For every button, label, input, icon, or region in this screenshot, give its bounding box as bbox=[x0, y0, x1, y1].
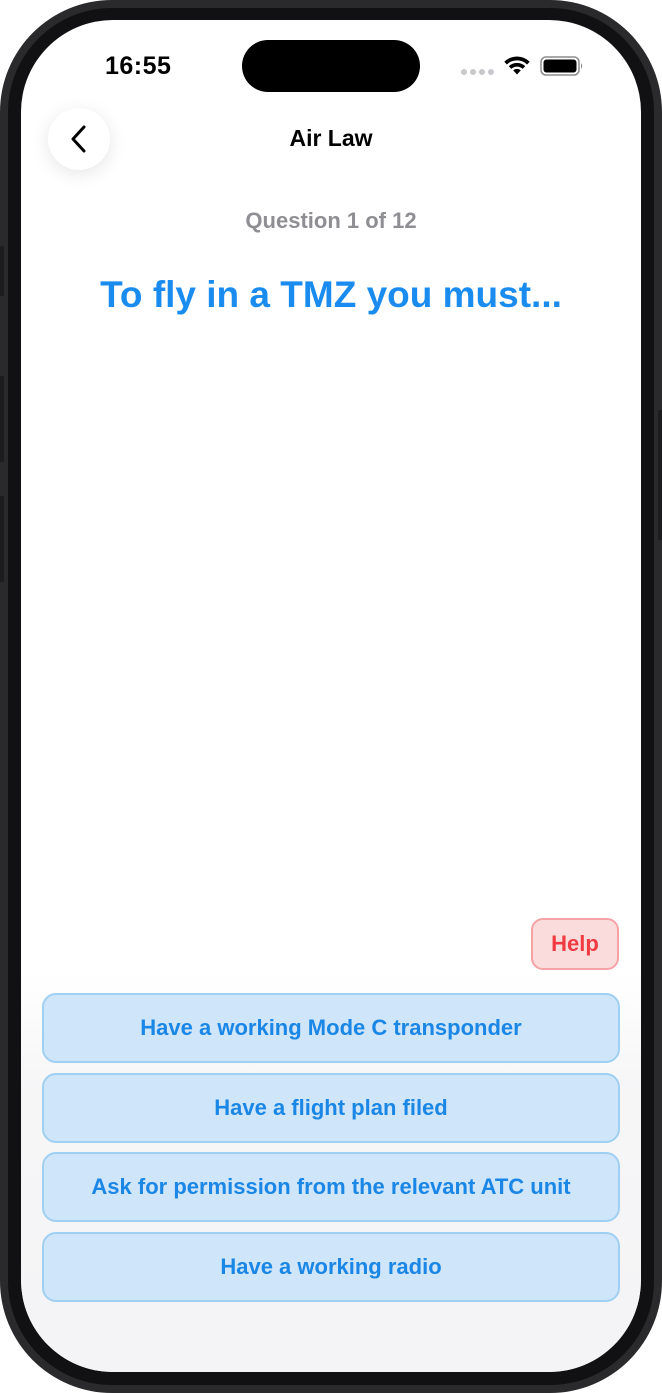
volume-down-button bbox=[0, 496, 4, 582]
answer-option-3[interactable]: Ask for permission from the relevant ATC… bbox=[42, 1152, 620, 1222]
help-button[interactable]: Help bbox=[531, 918, 619, 970]
dynamic-island bbox=[242, 40, 420, 92]
status-time: 16:55 bbox=[105, 52, 172, 80]
answer-option-1[interactable]: Have a working Mode C transponder bbox=[42, 993, 620, 1063]
power-button bbox=[658, 410, 662, 540]
action-button bbox=[0, 246, 4, 296]
page-title: Air Law bbox=[289, 125, 373, 151]
phone-frame: 16:55 Air Law Question 1 of 12 To fly in… bbox=[0, 0, 662, 1393]
question-counter: Question 1 of 12 bbox=[245, 208, 417, 233]
answer-option-2[interactable]: Have a flight plan filed bbox=[42, 1073, 620, 1143]
volume-up-button bbox=[0, 376, 4, 462]
answer-option-4[interactable]: Have a working radio bbox=[42, 1232, 620, 1302]
screen: 16:55 Air Law Question 1 of 12 To fly in… bbox=[21, 20, 641, 1372]
question-text: To fly in a TMZ you must... bbox=[100, 274, 562, 315]
cellular-dots-icon bbox=[461, 69, 494, 75]
battery-icon bbox=[540, 56, 583, 76]
wifi-icon bbox=[504, 56, 530, 75]
